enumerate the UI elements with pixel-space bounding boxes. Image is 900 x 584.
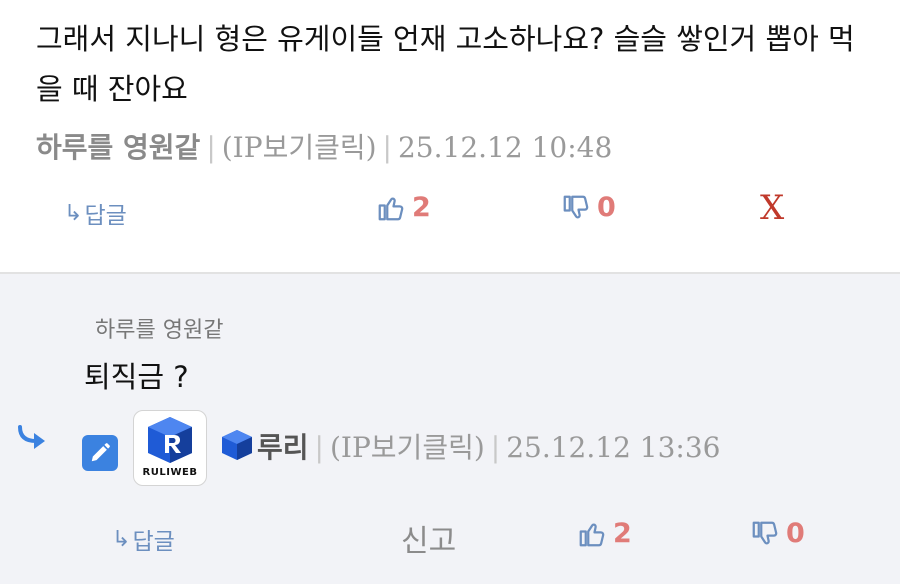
dislike-button[interactable]: 0 (561, 192, 616, 223)
thumbs-up-icon (378, 197, 404, 220)
meta-separator: | (206, 131, 216, 164)
comment-text: 그래서 지나니 형은 유게이들 언재 고소하나요? 슬슬 쌓인거 뽑아 먹을 때… (36, 22, 855, 106)
delete-button[interactable]: X (760, 188, 784, 228)
reply-arrow-icon: ↳ (64, 200, 83, 226)
pencil-icon (91, 443, 110, 462)
reply-meta: 루리 | (IP보기클릭) | 25.12.12 13:36 (219, 426, 720, 466)
comment-meta: 하루를 영원같 | (IP보기클릭) | 25.12.12 10:48 (36, 126, 612, 166)
reply-text: 퇴직금 ? (84, 360, 189, 394)
avatar-brand-label: RULIWEB (142, 467, 198, 478)
like-count: 2 (412, 192, 431, 223)
dislike-button[interactable]: 0 (750, 518, 805, 549)
ruliweb-logo-icon (148, 417, 192, 463)
comment-main: 그래서 지나니 형은 유게이들 언재 고소하나요? 슬슬 쌓인거 뽑아 먹을 때… (0, 0, 900, 272)
like-button[interactable]: 2 (577, 518, 632, 549)
meta-separator: | (314, 431, 324, 464)
quoted-nickname: 하루를 영원같 (95, 318, 224, 343)
thumbs-up-icon (579, 523, 605, 546)
ip-view-link[interactable]: (IP보기클릭) (222, 131, 377, 164)
comment-datetime: 25.12.12 10:48 (397, 131, 613, 164)
reply-button[interactable]: ↳ 답글 (64, 196, 127, 230)
reply-label: 답글 (132, 529, 175, 555)
meta-separator: | (490, 431, 501, 464)
thumbs-down-icon (563, 195, 589, 218)
like-button[interactable]: 2 (376, 192, 431, 223)
dislike-count: 0 (786, 518, 805, 549)
comment-datetime: 25.12.12 13:36 (506, 431, 721, 464)
reply-button[interactable]: ↳ 답글 (112, 522, 175, 556)
comment-reply: 하루를 영원같 퇴직금 ? RULIWEB 루리 | (IP보기클릭) | 25.12.… (0, 274, 900, 584)
ruliweb-badge-icon (222, 430, 252, 460)
avatar[interactable]: RULIWEB (133, 410, 207, 486)
thumbs-down-icon (752, 521, 778, 544)
reply-indent-arrow-icon (18, 425, 45, 449)
like-count: 2 (613, 518, 632, 549)
report-button[interactable]: 신고 (401, 516, 456, 560)
edit-button[interactable] (82, 435, 118, 471)
author-nickname[interactable]: 하루를 영원같 (36, 131, 200, 164)
meta-separator: | (382, 131, 392, 164)
ip-view-link[interactable]: (IP보기클릭) (330, 431, 485, 464)
reply-arrow-icon: ↳ (112, 526, 131, 552)
reply-label: 답글 (84, 203, 127, 229)
dislike-count: 0 (597, 192, 616, 223)
author-nickname[interactable]: 루리 (257, 431, 309, 464)
